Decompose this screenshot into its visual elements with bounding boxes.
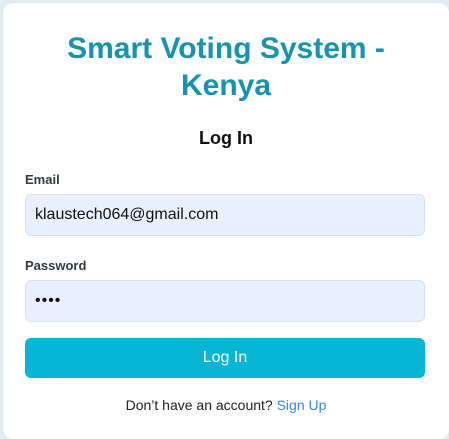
- password-label: Password: [25, 258, 87, 273]
- signup-prompt: Don’t have an account?: [125, 397, 277, 413]
- login-card: Smart Voting System - Kenya Log In Email…: [3, 3, 449, 439]
- signup-row: Don’t have an account? Sign Up: [3, 397, 449, 414]
- form-title: Log In: [199, 128, 253, 148]
- signup-link[interactable]: Sign Up: [277, 397, 327, 413]
- login-button[interactable]: Log In: [25, 338, 425, 378]
- email-field[interactable]: [25, 194, 425, 236]
- app-title: Smart Voting System - Kenya: [67, 32, 385, 102]
- password-field[interactable]: [25, 280, 425, 322]
- email-label: Email: [25, 172, 60, 187]
